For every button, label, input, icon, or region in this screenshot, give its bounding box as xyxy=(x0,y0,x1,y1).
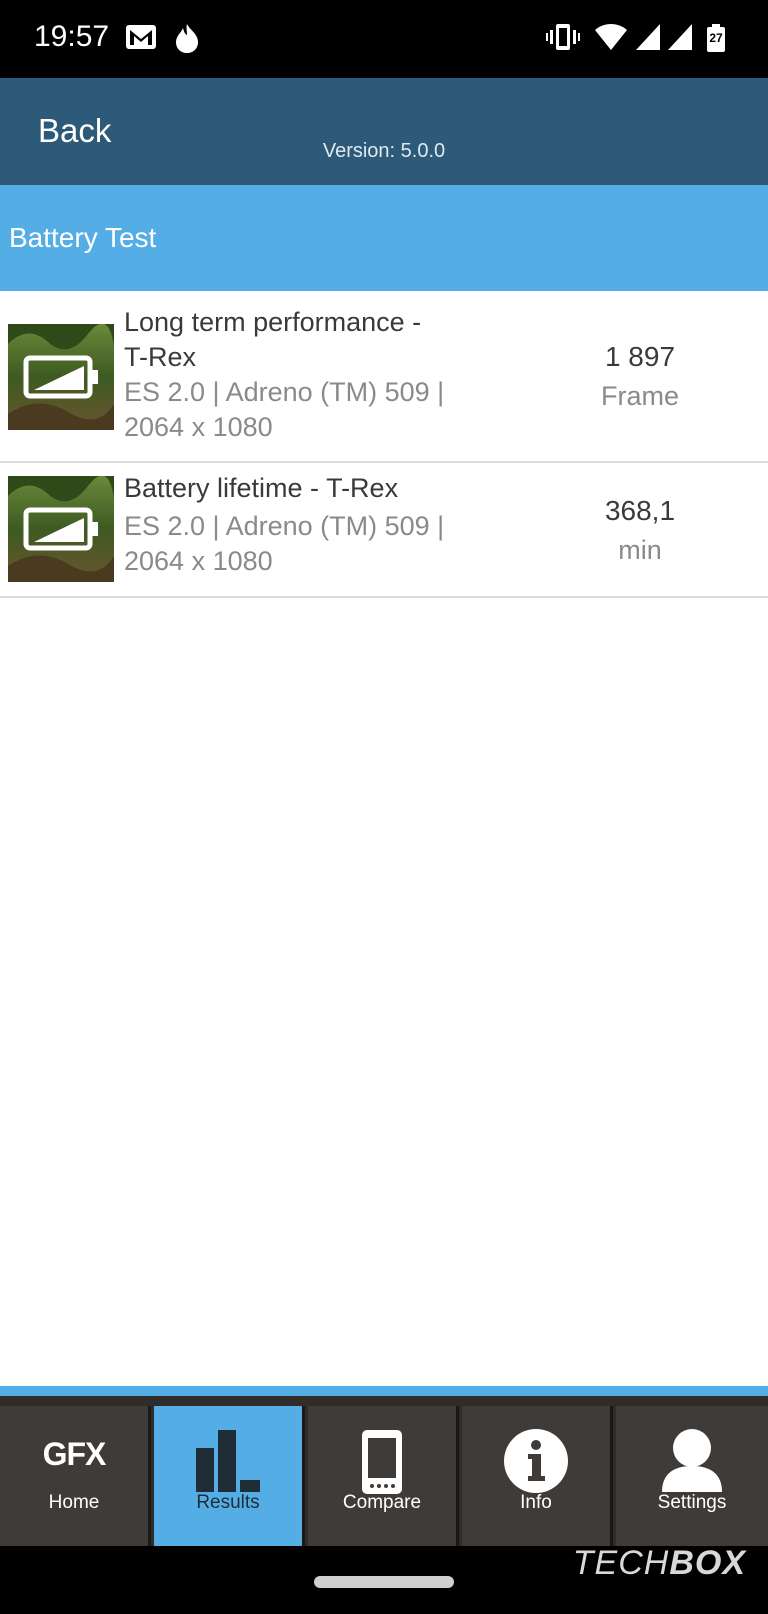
tab-compare[interactable]: Compare xyxy=(308,1406,459,1556)
tab-label: Home xyxy=(48,1492,100,1513)
app-bar: Back Version: 5.0.0 xyxy=(0,78,768,185)
user-icon xyxy=(662,1429,722,1492)
info-icon xyxy=(504,1429,568,1493)
tab-label: Settings xyxy=(657,1492,727,1513)
result-details: ES 2.0 | Adreno (TM) 509 | 2064 x 1080 xyxy=(124,375,444,445)
result-title-line: Long term performance - xyxy=(124,307,422,337)
tab-label: Results xyxy=(196,1492,260,1513)
tab-settings[interactable]: Settings xyxy=(616,1406,768,1556)
home-gesture-handle[interactable] xyxy=(314,1576,454,1588)
battery-test-thumbnail xyxy=(8,324,114,430)
result-score: 1 897 xyxy=(604,341,676,372)
status-bar: 19:57 27 xyxy=(0,0,768,78)
section-header: Battery Test xyxy=(0,185,768,291)
result-score: 368,1 xyxy=(604,495,676,526)
watermark: TECHBOX xyxy=(573,1544,746,1583)
tab-home[interactable]: GFX Home xyxy=(0,1406,151,1556)
tab-info[interactable]: Info xyxy=(462,1406,613,1556)
signal-icon xyxy=(636,24,660,50)
tab-label: Info xyxy=(520,1492,552,1513)
result-details: ES 2.0 | Adreno (TM) 509 | 2064 x 1080 xyxy=(124,509,444,579)
result-row-long-term-performance[interactable]: Long term performance - T-Rex ES 2.0 | A… xyxy=(0,291,768,463)
bar-chart-icon xyxy=(196,1430,260,1492)
section-title: Battery Test xyxy=(9,222,157,253)
tab-label: Compare xyxy=(342,1492,422,1513)
gmail-icon xyxy=(126,25,156,49)
phone-icon xyxy=(362,1430,402,1494)
vibrate-icon xyxy=(546,24,580,50)
watermark-part: BOX xyxy=(669,1544,746,1582)
battery-level: 27 xyxy=(709,31,723,45)
flame-icon xyxy=(176,24,198,53)
bottom-tab-bar: GFX Home Results Compare Info Settings xyxy=(0,1386,768,1556)
result-details-line: 2064 x 1080 xyxy=(124,412,273,442)
result-title: Long term performance - T-Rex xyxy=(124,305,421,375)
wifi-icon xyxy=(595,24,627,50)
result-details-line: ES 2.0 | Adreno (TM) 509 | xyxy=(124,377,445,407)
result-unit: min xyxy=(618,535,662,565)
result-unit: Frame xyxy=(600,381,679,411)
result-title: Battery lifetime - T-Rex xyxy=(124,471,398,506)
battery-test-thumbnail xyxy=(8,476,114,582)
result-title-line: T-Rex xyxy=(124,342,197,372)
status-time: 19:57 xyxy=(34,20,110,53)
result-title-line: Battery lifetime - T-Rex xyxy=(124,473,399,503)
result-row-battery-lifetime[interactable]: Battery lifetime - T-Rex ES 2.0 | Adreno… xyxy=(0,463,768,598)
version-label: Version: 5.0.0 xyxy=(322,140,446,162)
battery-icon: 27 xyxy=(706,24,726,52)
result-details-line: 2064 x 1080 xyxy=(124,546,273,576)
gfx-logo-icon: GFX xyxy=(42,1436,107,1472)
tab-results[interactable]: Results xyxy=(154,1406,305,1556)
watermark-part: TECH xyxy=(572,1544,670,1582)
signal-icon xyxy=(668,24,692,50)
result-details-line: ES 2.0 | Adreno (TM) 509 | xyxy=(124,511,445,541)
